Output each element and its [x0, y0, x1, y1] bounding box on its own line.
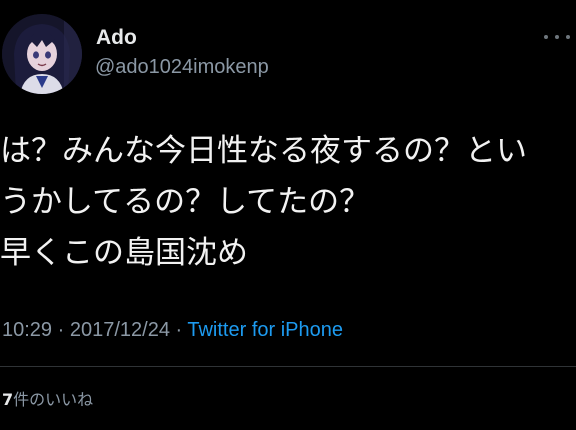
tweet-source-link[interactable]: Twitter for iPhone: [187, 319, 343, 341]
ellipsis-icon: [566, 35, 570, 39]
author-display-name[interactable]: Ado: [96, 27, 137, 48]
tweet-text-line: は？みんな今日性なる夜するの？とい: [0, 133, 527, 169]
ellipsis-icon: [555, 35, 559, 39]
anime-girl-avatar-icon: [2, 14, 82, 94]
ellipsis-icon: [544, 35, 548, 39]
tweet-text: は？みんな今日性なる夜するの？とい うかしてるの？してたの？ 早くこの島国沈め: [0, 126, 576, 279]
tweet-text-line: 早くこの島国沈め: [0, 235, 248, 271]
tweet-time[interactable]: 10:29: [2, 319, 52, 341]
meta-separator: ·: [52, 319, 70, 341]
likes-count: 7: [2, 390, 14, 409]
avatar[interactable]: [2, 14, 82, 94]
likes-link[interactable]: 7件のいいね: [2, 386, 93, 410]
tweet-text-line: うかしてるの？してたの？: [0, 184, 371, 220]
more-options-button[interactable]: [544, 32, 570, 42]
author-handle[interactable]: @ado1024imokenp: [95, 57, 269, 77]
likes-label: 件のいいね: [13, 390, 94, 409]
tweet-meta: 10:29 · 2017/12/24 · Twitter for iPhone: [2, 318, 343, 342]
divider: [0, 366, 576, 367]
meta-separator: ·: [169, 319, 188, 341]
tweet-date[interactable]: 2017/12/24: [70, 319, 170, 341]
